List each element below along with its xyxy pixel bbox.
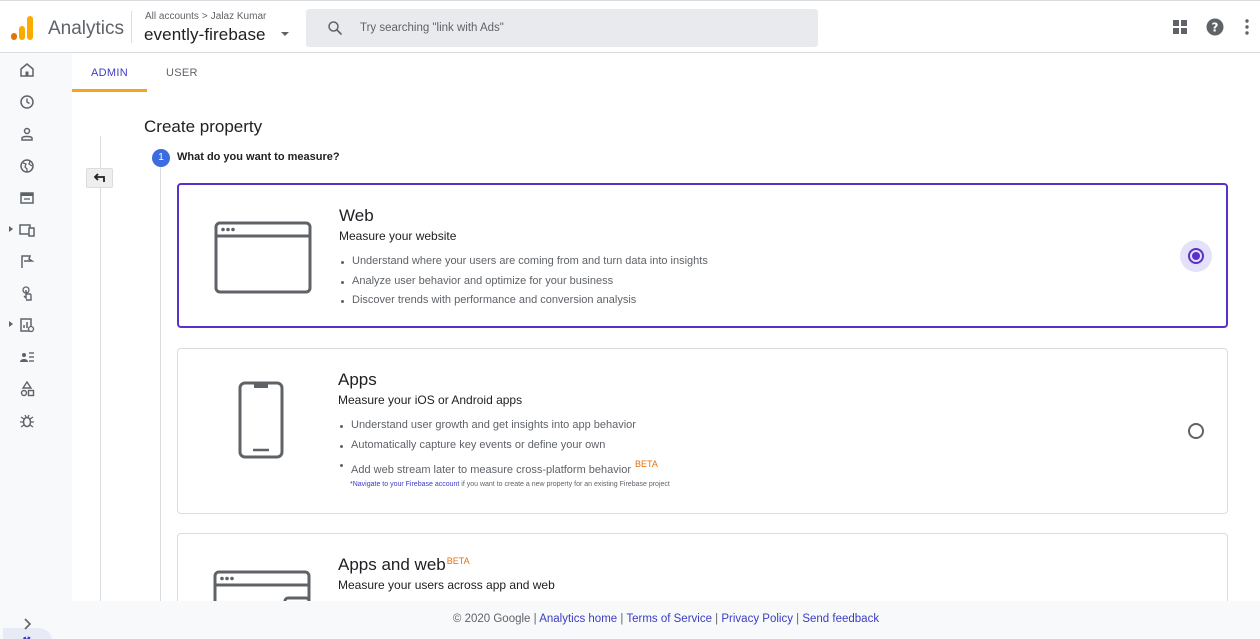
touch-icon[interactable]: [18, 285, 36, 303]
step-question: What do you want to measure?: [177, 151, 340, 163]
tab-user[interactable]: USER: [166, 67, 198, 79]
option-subtitle-apps-and-web: Measure your users across app and web: [338, 578, 555, 592]
option-bullets-web: Understand where your users are coming f…: [339, 252, 708, 311]
option-title-text: Apps and web: [338, 555, 446, 574]
expand-arrow-icon[interactable]: [9, 226, 13, 232]
web-browser-icon: [214, 221, 312, 294]
conversions-flag-icon[interactable]: [18, 253, 36, 271]
firebase-note: *Navigate to your Firebase account if yo…: [350, 481, 670, 488]
user-list-icon[interactable]: [18, 348, 36, 366]
debug-bug-icon[interactable]: [18, 412, 36, 430]
beta-badge: BETA: [635, 459, 658, 469]
breadcrumb-separator: >: [201, 11, 208, 22]
footer: © 2020 Google | Analytics home | Terms o…: [72, 601, 1260, 639]
expand-chevron-icon[interactable]: [18, 615, 36, 633]
audience-person-icon[interactable]: [18, 125, 36, 143]
left-nav: [0, 53, 72, 639]
privacy-link[interactable]: Privacy Policy: [721, 613, 793, 625]
radio-web[interactable]: [1188, 248, 1204, 264]
devices-icon[interactable]: [18, 221, 36, 239]
footer-separator: |: [792, 613, 803, 625]
reports-icon[interactable]: [18, 316, 36, 334]
help-icon[interactable]: ?: [1206, 18, 1224, 36]
option-title-apps-and-web: Apps and webBETA: [338, 555, 470, 575]
header-divider: [131, 11, 132, 43]
radio-apps[interactable]: [1188, 423, 1204, 439]
step-number-badge: 1: [152, 149, 170, 167]
acquisition-globe-icon[interactable]: [18, 157, 36, 175]
web-and-app-icon: [213, 570, 311, 601]
footer-links: © 2020 Google | Analytics home | Terms o…: [72, 613, 1260, 625]
terms-link[interactable]: Terms of Service: [626, 613, 712, 625]
realtime-clock-icon[interactable]: [18, 93, 36, 111]
top-bar: Analytics All accounts > Jalaz Kumar event…: [0, 0, 1260, 53]
option-subtitle-web: Measure your website: [339, 229, 457, 243]
list-item: Automatically capture key events or defi…: [338, 436, 658, 456]
breadcrumb-account[interactable]: Jalaz Kumar: [211, 11, 267, 22]
search-icon: [328, 21, 342, 35]
breadcrumb-all-accounts[interactable]: All accounts: [145, 11, 199, 22]
option-card-web[interactable]: Web Measure your website Understand wher…: [177, 183, 1228, 328]
search-placeholder: Try searching "link with Ads": [360, 22, 504, 34]
footer-separator: |: [711, 613, 722, 625]
list-item: Discover trends with performance and con…: [339, 291, 708, 311]
option-subtitle-apps: Measure your iOS or Android apps: [338, 393, 523, 407]
admin-user-tabs: ADMIN USER: [72, 53, 1260, 92]
option-card-apps-and-web[interactable]: Apps and webBETA Measure your users acro…: [177, 533, 1228, 601]
footer-separator: |: [530, 613, 540, 625]
list-item: Add web stream later to measure cross-pl…: [338, 455, 658, 476]
list-item: Analyze user behavior and optimize for y…: [339, 272, 708, 292]
tab-admin[interactable]: ADMIN: [91, 67, 128, 79]
bullet-text: Add web stream later to measure cross-pl…: [351, 464, 632, 476]
firebase-account-link[interactable]: *Navigate to your Firebase account: [350, 481, 459, 488]
admin-gear-icon: [21, 636, 33, 639]
expand-arrow-icon[interactable]: [9, 321, 13, 327]
option-card-apps[interactable]: Apps Measure your iOS or Android apps Un…: [177, 348, 1228, 514]
shapes-icon[interactable]: [18, 380, 36, 398]
step-connector: [160, 166, 161, 601]
breadcrumb[interactable]: All accounts > Jalaz Kumar: [145, 11, 266, 22]
more-vert-icon[interactable]: [1238, 18, 1256, 36]
search-input[interactable]: Try searching "link with Ads": [306, 9, 818, 47]
stepper-rail: [100, 136, 101, 601]
firebase-note-text: if you want to create a new property for…: [459, 481, 670, 488]
copyright: © 2020 Google: [452, 613, 531, 625]
back-button[interactable]: [86, 168, 113, 188]
beta-badge: BETA: [446, 556, 470, 566]
app-title[interactable]: Analytics: [48, 18, 124, 40]
main-content: Create property 1 What do you want to me…: [72, 92, 1260, 601]
apps-grid-icon[interactable]: [1171, 18, 1189, 36]
option-title-web: Web: [339, 206, 374, 225]
option-title-apps: Apps: [338, 370, 377, 389]
page-title: Create property: [144, 117, 263, 136]
analytics-home-link[interactable]: Analytics home: [539, 613, 617, 625]
footer-separator: |: [617, 613, 627, 625]
phone-icon: [238, 381, 284, 459]
home-icon[interactable]: [18, 61, 36, 79]
list-item: Understand user growth and get insights …: [338, 416, 658, 436]
chevron-down-icon[interactable]: [281, 32, 289, 36]
send-feedback-link[interactable]: Send feedback: [802, 613, 879, 625]
property-selector[interactable]: evently-firebase: [144, 25, 266, 45]
analytics-logo-icon[interactable]: [11, 16, 35, 42]
behavior-page-icon[interactable]: [18, 189, 36, 207]
back-arrow-icon: [93, 173, 105, 182]
svg-text:?: ?: [1212, 21, 1219, 35]
list-item: Understand where your users are coming f…: [339, 252, 708, 272]
option-bullets-apps: Understand user growth and get insights …: [338, 416, 658, 476]
